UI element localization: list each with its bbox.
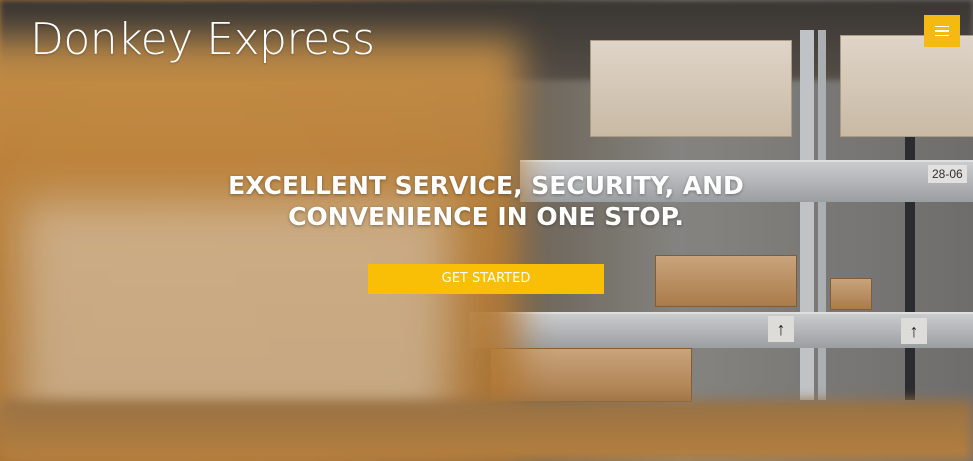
hamburger-menu-icon <box>935 25 949 28</box>
hamburger-menu-icon <box>935 34 949 37</box>
hero-headline-line: EXCELLENT SERVICE, SECURITY, AND <box>228 171 744 200</box>
menu-toggle-button[interactable] <box>924 15 960 47</box>
hero-headline: EXCELLENT SERVICE, SECURITY, AND CONVENI… <box>186 170 786 232</box>
get-started-button[interactable]: GET STARTED <box>368 264 604 294</box>
brand-logo[interactable]: Donkey Express <box>30 14 375 65</box>
hamburger-menu-icon <box>935 30 949 32</box>
hero-headline-line: CONVENIENCE IN ONE STOP. <box>288 202 684 231</box>
